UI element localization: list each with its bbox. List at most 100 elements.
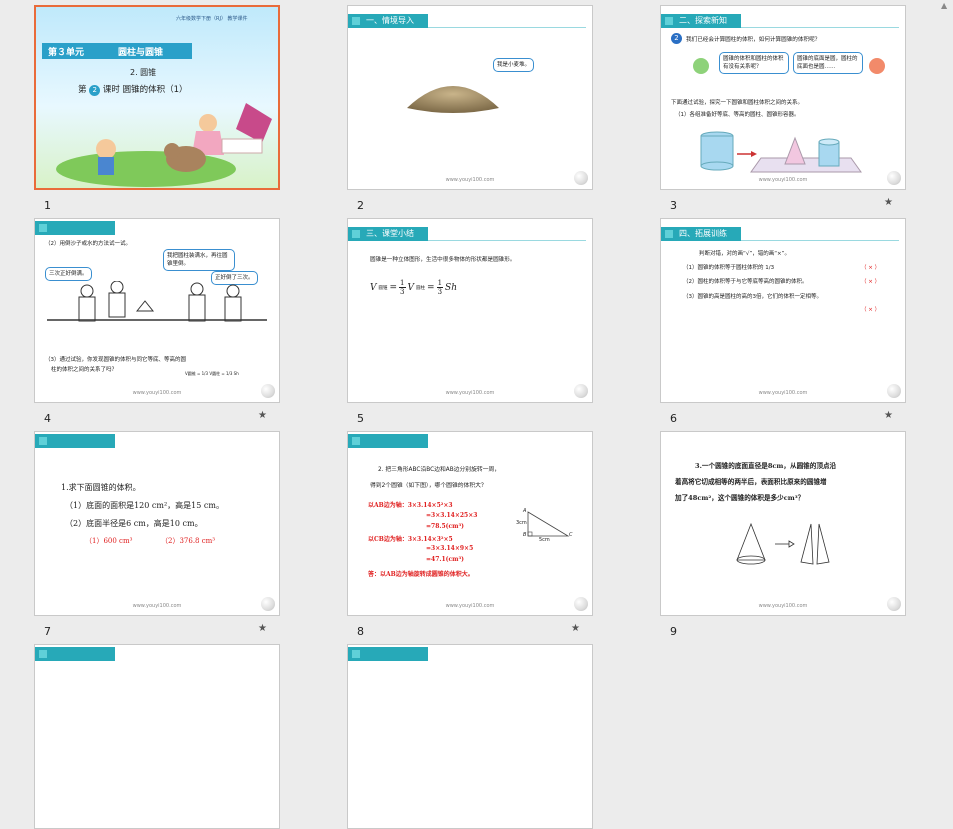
slide-1-canvas[interactable]: 六年级数学下册（RJ） 教学课件 第３单元 圆柱与圆锥 2. 圆锥 第 2 课时… bbox=[34, 5, 280, 190]
judge-item-3-mark: （ × ） bbox=[861, 307, 881, 313]
slide-2-header: 一、情境导入 bbox=[348, 14, 428, 28]
slide-3-canvas[interactable]: 二、探索新知 2 我们已经会计算圆柱的体积，如何计算圆锥的体积呢？ 圆锥的体积和… bbox=[660, 5, 906, 190]
slide-footer: www.youyi100.com bbox=[445, 603, 495, 609]
formula-eq-2: = bbox=[427, 282, 435, 293]
cover-illustration bbox=[56, 103, 272, 187]
slide-8-canvas[interactable]: 2. 把三角形ABC沿BC边和AB边分别旋转一周， 得到2个圆锥（如下图），哪个… bbox=[347, 431, 593, 616]
page-curl bbox=[887, 597, 901, 611]
page-curl bbox=[574, 384, 588, 398]
slide-9-canvas[interactable]: 3.一个圆锥的底面直径是8cm，从圆锥的顶点沿 着高将它切成相等的两半后，表面积… bbox=[660, 431, 906, 616]
summary-text: 圆锥是一种立体图形，生活中很多物体的形状都是圆锥形。 bbox=[370, 257, 516, 263]
slide-footer: www.youyi100.com bbox=[758, 603, 808, 609]
slide-footer: www.youyi100.com bbox=[132, 390, 182, 396]
slide-7-canvas[interactable]: 1.求下面圆锥的体积。 （1）底面的面积是120 cm²，高是15 cm。 （2… bbox=[34, 431, 280, 616]
slide-4-canvas[interactable]: （2）用倒沙子或水的方法试一试。 三次正好倒满。 我把圆柱装满水，再往圆锥里倒。… bbox=[34, 218, 280, 403]
animation-star-icon[interactable]: ★ bbox=[884, 410, 893, 421]
slide-6-canvas[interactable]: 四、拓展训练 判断对错，对的画“√”，错的画“×”。 （1）圆锥的体积等于圆柱体… bbox=[660, 218, 906, 403]
judge-item-2-mark: （ × ） bbox=[861, 279, 881, 285]
scroll-up-arrow[interactable]: ▲ bbox=[941, 2, 949, 10]
page-curl bbox=[574, 597, 588, 611]
page-curl bbox=[574, 171, 588, 185]
slide-4-header bbox=[35, 221, 115, 235]
frac-2-num: 1 bbox=[436, 279, 444, 288]
frac-1-den: 3 bbox=[400, 288, 405, 296]
final-answer: 答：以AB边为轴旋转成圆锥的体积大。 bbox=[368, 571, 474, 578]
formula-sh: Sh bbox=[445, 282, 457, 293]
cylinder-cone-diagram bbox=[700, 131, 862, 173]
formula-v-sub: 圆柱 bbox=[416, 285, 426, 291]
header-rule bbox=[428, 27, 586, 28]
wheat-pile-bubble: 我是小麦堆。 bbox=[493, 58, 535, 72]
formula-frac-1: 13 bbox=[399, 279, 406, 296]
page-curl bbox=[887, 384, 901, 398]
lesson-title: 第 2 课时 圆锥的体积（1） bbox=[78, 83, 188, 96]
result-cb-3: =47.1(cm³) bbox=[426, 556, 464, 563]
side-5cm-label: 5cm bbox=[539, 537, 550, 543]
formula-eq: = bbox=[389, 282, 398, 293]
bubble-left: 圆锥的体积和圆柱的体积有没有关系呢？ bbox=[719, 52, 789, 74]
section-title: 2. 圆锥 bbox=[130, 68, 157, 77]
question-line-2: 得到2个圆锥（如下图），哪个圆锥的体积大？ bbox=[370, 483, 487, 489]
slide-5-canvas[interactable]: 三、课堂小结 圆锥是一种立体图形，生活中很多物体的形状都是圆锥形。 V 圆锥 = … bbox=[347, 218, 593, 403]
question-text: 我们已经会计算圆柱的体积，如何计算圆锥的体积呢？ bbox=[686, 37, 821, 43]
slide-5-header: 三、课堂小结 bbox=[348, 227, 428, 241]
question-line-1: 2. 把三角形ABC沿BC边和AB边分别旋转一周， bbox=[378, 467, 501, 473]
judge-intro: 判断对错，对的画“√”，错的画“×”。 bbox=[699, 251, 791, 257]
step-3-text-line-2: 柱的体积之间的关系了吗？ bbox=[51, 367, 118, 373]
header-rule bbox=[428, 240, 586, 241]
cover-subtitle: 六年级数学下册（RJ） 教学课件 bbox=[176, 16, 248, 22]
animation-star-icon[interactable]: ★ bbox=[884, 197, 893, 208]
slide-number-2: 2 bbox=[357, 199, 364, 212]
bubble-right: 圆锥的底面是圆，圆柱的底面也是圆…… bbox=[793, 52, 863, 74]
slide-number-4: 4 bbox=[44, 412, 51, 425]
header-rule bbox=[741, 27, 899, 28]
small-formula: V圆锥 = 1/3 V圆柱 = 1/3 Sh bbox=[185, 371, 239, 376]
slide-2-canvas[interactable]: 一、情境导入 我是小麦堆。 www.youyi100.com bbox=[347, 5, 593, 190]
slide-10-canvas[interactable] bbox=[34, 644, 280, 829]
judge-item-1-frac: 1/3 bbox=[765, 265, 775, 271]
slide-10-header bbox=[35, 647, 115, 661]
result-cb-2: =3×3.14×9×5 bbox=[426, 545, 474, 552]
formula-lhs: V bbox=[370, 282, 377, 293]
animation-star-icon[interactable]: ★ bbox=[258, 623, 267, 634]
slide-8-header bbox=[348, 434, 428, 448]
slide-3-header: 二、探索新知 bbox=[661, 14, 741, 28]
slide-number-9: 9 bbox=[670, 625, 677, 638]
step-2-text: （2）用倒沙子或水的方法试一试。 bbox=[45, 241, 132, 247]
slide-number-3: 3 bbox=[670, 199, 677, 212]
instruction-line-2: （1）各组准备好等底、等高的圆柱、圆锥形容器。 bbox=[675, 112, 800, 118]
page-curl bbox=[887, 171, 901, 185]
step-3-text-line-1: （3）通过试验，你发现圆锥的体积与同它等底、等高的圆 bbox=[45, 357, 187, 363]
problem-line-3: 加了48cm²，这个圆锥的体积是多少cm³？ bbox=[675, 494, 805, 502]
boy-avatar bbox=[693, 58, 709, 74]
wheat-pile-image bbox=[407, 86, 499, 113]
animation-star-icon[interactable]: ★ bbox=[571, 623, 580, 634]
slide-footer: www.youyi100.com bbox=[758, 177, 808, 183]
side-3cm-label: 3cm bbox=[516, 520, 527, 526]
header-rule bbox=[741, 240, 899, 241]
lesson-suffix: 课时 圆锥的体积（1） bbox=[102, 85, 188, 95]
judge-item-1: （1）圆锥的体积等于圆柱体积的 1/3 bbox=[683, 263, 774, 271]
unit-label: 第３单元 bbox=[48, 48, 85, 58]
result-cb-1: 以CB边为轴：3×3.14×3²×5 bbox=[368, 536, 453, 543]
result-ab-3: =78.5(cm³) bbox=[426, 523, 464, 530]
slide-11-canvas[interactable] bbox=[347, 644, 593, 829]
slide-footer: www.youyi100.com bbox=[758, 390, 808, 396]
slide-number-5: 5 bbox=[357, 412, 364, 425]
question-number-badge: 2 bbox=[671, 33, 682, 44]
answer-1: （1）600 cm³ bbox=[85, 537, 133, 545]
lesson-number-badge: 2 bbox=[89, 85, 101, 96]
girl-avatar bbox=[869, 58, 885, 74]
page-curl bbox=[261, 597, 275, 611]
bubble-pour-water: 我把圆柱装满水，再往圆锥里倒。 bbox=[163, 249, 235, 271]
bubble-three-times-full: 三次正好倒满。 bbox=[45, 267, 92, 281]
slide-number-7: 7 bbox=[44, 625, 51, 638]
formula-v: V bbox=[407, 282, 415, 293]
slide-11-header bbox=[348, 647, 428, 661]
result-ab-2: =3×3.14×25×3 bbox=[426, 512, 478, 519]
judge-item-2-text: （2）圆柱的体积等于与它等底等高的圆锥的体积。 bbox=[683, 279, 808, 285]
animation-star-icon[interactable]: ★ bbox=[258, 410, 267, 421]
experiment-illustration bbox=[47, 281, 267, 322]
slide-footer: www.youyi100.com bbox=[445, 390, 495, 396]
slide-number-1: 1 bbox=[44, 199, 51, 212]
